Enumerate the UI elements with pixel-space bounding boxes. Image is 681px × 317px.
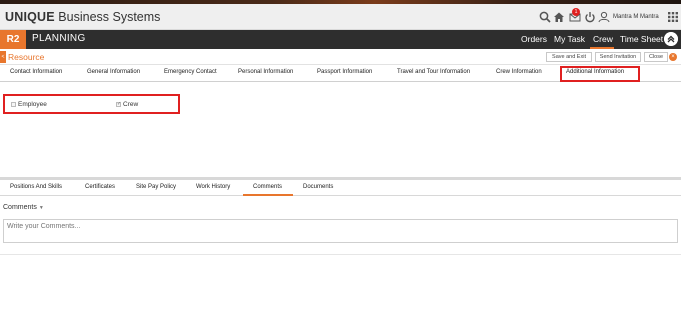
module-title: PLANNING — [32, 33, 86, 44]
user-name[interactable]: Mantra M Mantra — [613, 14, 659, 20]
resource-header: < Resource Save and Exit Send Invitation… — [0, 49, 681, 65]
grid-icon[interactable] — [667, 11, 679, 23]
employee-label: Employee — [18, 101, 47, 108]
user-icon[interactable] — [598, 11, 610, 23]
tab-personal-information[interactable]: Personal Information — [238, 69, 293, 75]
comments-input[interactable] — [3, 219, 678, 243]
highlight-box-active-tab — [560, 66, 640, 82]
tab-comments[interactable]: Comments — [253, 184, 282, 190]
notification-badge: 1 — [572, 8, 580, 16]
tab-positions-and-skills[interactable]: Positions And Skills — [10, 184, 62, 190]
crew-checkbox-row[interactable]: Crew — [116, 101, 138, 108]
additional-info-checks: Employee Crew — [3, 94, 180, 114]
tab-work-history[interactable]: Work History — [196, 184, 230, 190]
collapse-up-icon[interactable] — [664, 32, 678, 46]
crew-checkbox[interactable] — [116, 101, 121, 107]
search-icon[interactable] — [539, 11, 551, 23]
page-title: Resource — [8, 52, 45, 62]
tab-certificates[interactable]: Certificates — [85, 184, 115, 190]
bottom-active-tab-indicator — [243, 194, 293, 196]
main-nav-bar: R2 PLANNING Orders My Task Crew Time She… — [0, 30, 681, 49]
tab-documents[interactable]: Documents — [303, 184, 333, 190]
employee-checkbox-row[interactable]: Employee — [11, 101, 47, 108]
nav-orders[interactable]: Orders — [521, 34, 547, 44]
close-button[interactable]: Close — [644, 52, 668, 62]
caret-down-icon[interactable]: ▼ — [39, 205, 44, 211]
app-code-badge[interactable]: R2 — [0, 30, 26, 49]
comments-label: Comments — [3, 204, 37, 211]
tab-site-pay-policy[interactable]: Site Pay Policy — [136, 184, 176, 190]
tab-crew-information[interactable]: Crew Information — [496, 69, 542, 75]
nav-time-sheet[interactable]: Time Sheet — [620, 34, 663, 44]
home-icon[interactable] — [553, 11, 565, 23]
close-icon[interactable]: × — [669, 53, 677, 61]
employee-checkbox[interactable] — [11, 101, 16, 107]
bottom-divider — [0, 254, 681, 255]
crew-label: Crew — [123, 101, 139, 108]
save-and-exit-button[interactable]: Save and Exit — [546, 52, 592, 62]
tab-general-information[interactable]: General Information — [87, 69, 140, 75]
nav-crew[interactable]: Crew — [593, 34, 613, 44]
comments-header[interactable]: Comments ▼ — [3, 204, 44, 211]
tab-emergency-contact[interactable]: Emergency Contact — [164, 69, 217, 75]
splitter[interactable] — [0, 177, 681, 180]
send-invitation-button[interactable]: Send Invitation — [595, 52, 641, 62]
nav-my-task[interactable]: My Task — [554, 34, 585, 44]
tab-travel-and-tour-information[interactable]: Travel and Tour Information — [397, 69, 470, 75]
side-panel-toggle[interactable]: < — [0, 51, 6, 63]
tab-contact-information[interactable]: Contact Information — [10, 69, 62, 75]
power-icon[interactable] — [584, 11, 596, 23]
company-logo[interactable]: UNIQUE Business Systems — [5, 10, 160, 24]
bottom-tabs: Positions And Skills Certificates Site P… — [0, 181, 681, 196]
brand-bar: UNIQUE Business Systems 1 Mantra M Mantr… — [0, 4, 681, 30]
tab-passport-information[interactable]: Passport Information — [317, 69, 372, 75]
